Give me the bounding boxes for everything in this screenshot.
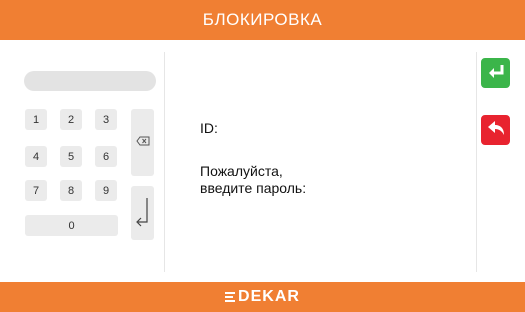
brand-logo-icon <box>225 291 236 303</box>
back-button[interactable] <box>481 115 510 145</box>
backspace-icon <box>135 136 150 149</box>
prompt-line-2: введите пароль: <box>200 180 307 196</box>
title-bar: БЛОКИРОВКА <box>0 0 525 40</box>
undo-arrow-icon <box>486 119 506 142</box>
key-6[interactable]: 6 <box>95 146 117 167</box>
prompt-line-1: Пожалуйста, <box>200 163 283 179</box>
id-label: ID: <box>200 120 218 136</box>
divider-right <box>476 52 477 272</box>
enter-arrow-icon <box>486 63 506 84</box>
key-1[interactable]: 1 <box>25 109 47 130</box>
password-prompt: Пожалуйста, введите пароль: <box>200 163 306 197</box>
key-7[interactable]: 7 <box>25 180 47 201</box>
confirm-button[interactable] <box>481 58 510 88</box>
key-3[interactable]: 3 <box>95 109 117 130</box>
page-title: БЛОКИРОВКА <box>202 10 323 29</box>
brand-name: DEKAR <box>238 288 300 305</box>
key-0[interactable]: 0 <box>25 215 118 236</box>
key-8[interactable]: 8 <box>60 180 82 201</box>
divider-left <box>164 52 165 272</box>
keypad-enter-button[interactable] <box>131 186 154 240</box>
enter-arrow-icon <box>135 196 151 231</box>
footer-brand-bar: DEKAR <box>0 282 525 312</box>
key-5[interactable]: 5 <box>60 146 82 167</box>
password-field[interactable] <box>24 71 156 91</box>
key-4[interactable]: 4 <box>25 146 47 167</box>
backspace-button[interactable] <box>131 109 154 176</box>
key-9[interactable]: 9 <box>95 180 117 201</box>
key-2[interactable]: 2 <box>60 109 82 130</box>
